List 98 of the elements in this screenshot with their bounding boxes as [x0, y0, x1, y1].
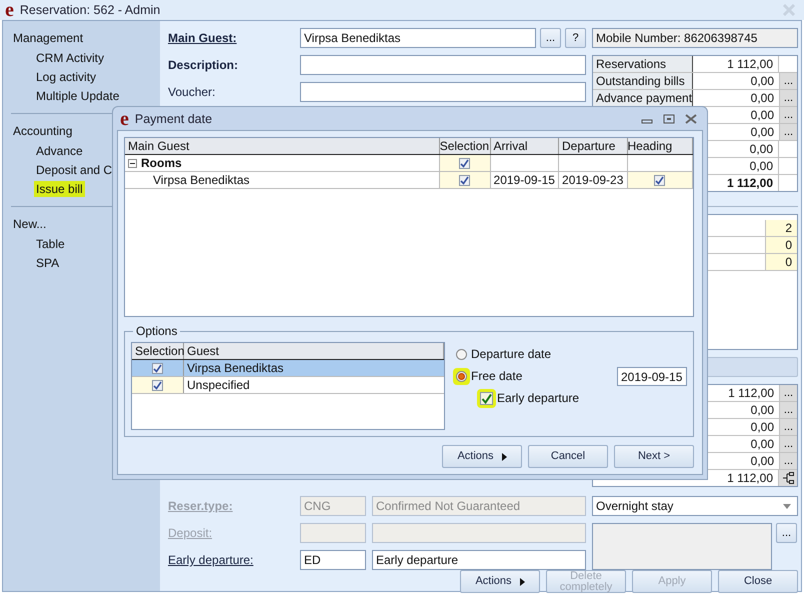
tree-icon[interactable] [782, 472, 794, 484]
column-header[interactable]: Main Guest [125, 138, 440, 154]
checkbox[interactable] [459, 174, 470, 186]
sidebar-item[interactable]: Issue bill [34, 180, 85, 196]
sidebar-item[interactable]: Table [34, 236, 67, 252]
dropdown-arrow-icon [783, 504, 791, 508]
memo-field[interactable] [592, 523, 772, 570]
radio-button[interactable] [456, 348, 467, 360]
checkbox[interactable] [480, 392, 493, 404]
payment-value: 0,00 [750, 403, 774, 417]
sidebar-heading: Accounting [13, 124, 72, 138]
total-label: Outstanding bills [593, 73, 693, 89]
total-value: 0,00 [750, 91, 774, 105]
details-button[interactable]: ... [779, 90, 797, 106]
count-value: 0 [765, 254, 797, 270]
sidebar-heading: Management [13, 31, 84, 45]
payment-value: 0,00 [750, 454, 774, 468]
close-icon[interactable] [685, 114, 697, 124]
details-button[interactable]: ... [779, 453, 797, 469]
details-button[interactable]: ... [779, 419, 797, 435]
details-button[interactable]: ... [779, 73, 797, 89]
count-value: 2 [765, 220, 797, 236]
total-label: Reservations [593, 56, 693, 72]
total-value: 1 112,00 [727, 57, 773, 71]
sidebar-item[interactable]: CRM Activity [34, 50, 106, 66]
field-label[interactable]: Early departure: [168, 553, 296, 567]
table-cell: 2019-09-23 [562, 173, 624, 187]
dialog-button[interactable]: Cancel [528, 445, 608, 468]
app-logo: e [120, 110, 129, 126]
guest-name[interactable]: Unspecified [187, 378, 250, 392]
details-button[interactable]: ... [779, 436, 797, 452]
details-button[interactable]: ... [779, 402, 797, 418]
column-header[interactable]: Selection [440, 138, 491, 154]
total-value: 0,00 [750, 108, 774, 122]
name-field[interactable] [372, 523, 586, 543]
dialog-button[interactable]: Actions [442, 445, 522, 468]
sidebar-item[interactable]: Multiple Update [34, 88, 122, 104]
column-header[interactable]: Heading [628, 138, 693, 154]
action-button[interactable]: Actions [460, 570, 540, 593]
date-field[interactable]: 2019-09-15 [617, 366, 687, 386]
description-field[interactable] [300, 55, 586, 75]
radio-label[interactable]: Departure date [471, 347, 552, 361]
name-field[interactable]: Early departure [372, 550, 586, 570]
collapse-icon[interactable] [128, 158, 137, 168]
window-title: Reservation: 562 - Admin [20, 3, 162, 17]
lookup-button[interactable]: ... [540, 28, 561, 48]
main-guest-field[interactable]: Virpsa Benediktas [300, 28, 536, 48]
radio-button[interactable] [456, 370, 467, 382]
app-logo: e [5, 2, 14, 18]
column-header[interactable]: Departure [559, 138, 628, 154]
lookup-button[interactable]: ... [776, 523, 797, 543]
total-label: Advance payment [593, 90, 693, 106]
row-label: Virpsa Benediktas [152, 173, 250, 187]
total-value: 0,00 [750, 74, 774, 88]
action-button[interactable]: Close [718, 570, 798, 593]
mobile-number: Mobile Number: 86206398745 [592, 28, 798, 48]
payment-value: 1 112,00 [728, 386, 774, 400]
code-field[interactable] [300, 523, 366, 543]
dialog-button[interactable]: Next > [614, 445, 694, 468]
sidebar-item[interactable]: SPA [34, 254, 62, 270]
checkbox[interactable] [654, 174, 666, 186]
field-label: Main Guest: [168, 31, 238, 45]
radio-label[interactable]: Free date [471, 369, 522, 383]
voucher-field[interactable] [300, 82, 586, 102]
field-label: Description: [168, 58, 240, 72]
column-header[interactable]: Guest [184, 343, 444, 359]
lookup-button[interactable]: ? [565, 28, 586, 48]
total-value: 0,00 [750, 159, 773, 173]
caret-icon [502, 452, 507, 460]
sidebar-heading: New... [13, 217, 46, 231]
total-value: 0,00 [750, 142, 773, 156]
dialog-title: Payment date [134, 112, 214, 126]
caret-icon [520, 578, 525, 586]
details-button[interactable]: ... [779, 124, 797, 140]
total-value: 0,00 [750, 125, 774, 139]
total-value: 1 112,00 [726, 176, 773, 190]
stay-type-dropdown[interactable]: Overnight stay [592, 496, 798, 516]
sidebar-item[interactable]: Log activity [34, 68, 98, 84]
checkbox[interactable] [152, 362, 163, 374]
row-label: Rooms [141, 156, 182, 170]
sidebar-item[interactable]: Deposit and C [34, 162, 114, 178]
code-field[interactable]: ED [300, 550, 366, 570]
details-button[interactable]: ... [779, 107, 797, 123]
column-header[interactable]: Selection [132, 343, 184, 359]
field-label: Voucher: [168, 85, 216, 99]
group-title: Options [133, 324, 180, 338]
checkbox-label[interactable]: Early departure [497, 391, 580, 405]
sidebar-item[interactable]: Advance [34, 142, 85, 158]
table-cell: 2019-09-15 [494, 173, 555, 187]
payment-value: 0,00 [750, 437, 774, 451]
payment-value: 0,00 [750, 420, 774, 434]
maximize-icon[interactable] [663, 114, 675, 124]
column-header[interactable]: Arrival [490, 138, 560, 154]
count-value: 0 [765, 237, 797, 253]
details-button[interactable]: ... [779, 385, 797, 401]
checkbox[interactable] [459, 158, 470, 168]
checkbox[interactable] [152, 380, 163, 390]
payment-value: 1 112,00 [727, 471, 773, 485]
